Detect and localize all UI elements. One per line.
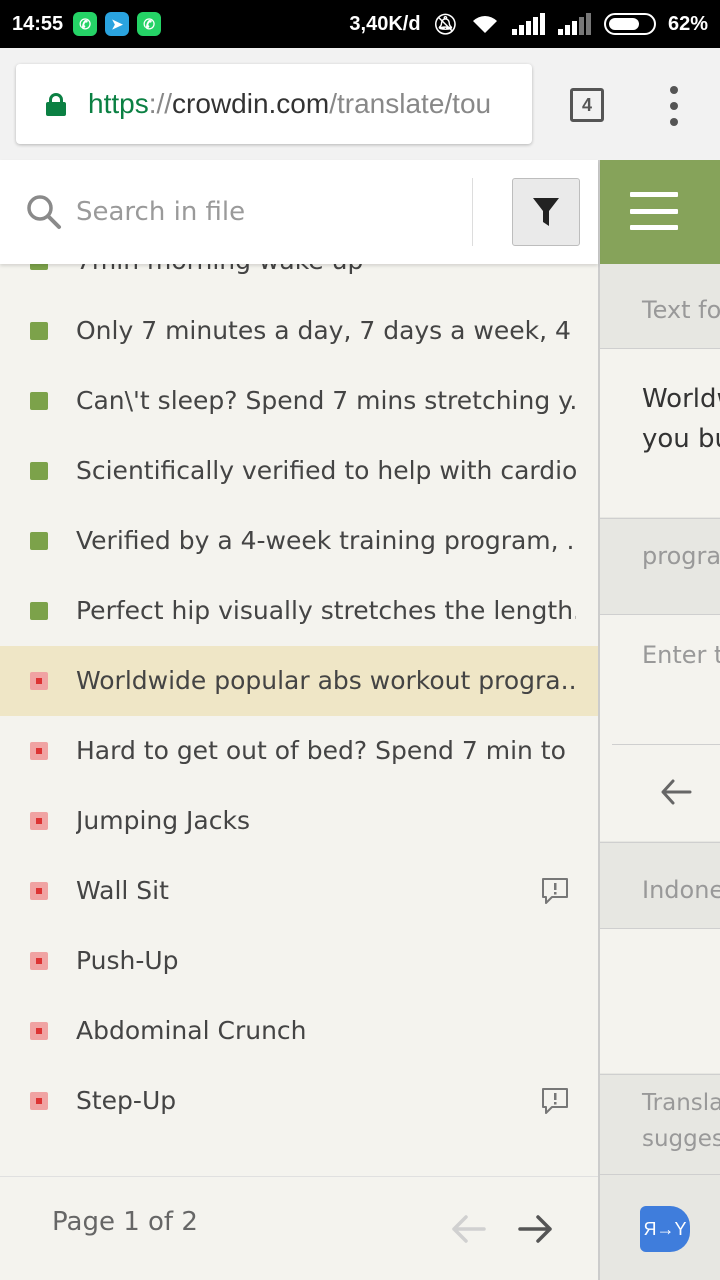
list-item-text: Push-Up (76, 946, 179, 975)
arrow-left-icon[interactable] (448, 1209, 488, 1249)
list-item-text: Perfect hip visually stretches the lengt… (76, 596, 576, 625)
arrow-right-icon[interactable] (516, 1209, 556, 1249)
language-label: Indone (642, 876, 720, 904)
translated-status-icon (30, 602, 48, 620)
search-bar (0, 160, 598, 264)
network-speed: 3,40K/d (349, 12, 421, 35)
list-item-text: Abdominal Crunch (76, 1016, 307, 1045)
battery-icon (603, 13, 656, 35)
translated-status-icon (30, 322, 48, 340)
list-item-text: Only 7 minutes a day, 7 days a week, 4 .… (76, 316, 576, 345)
list-item[interactable]: Hard to get out of bed? Spend 7 min to .… (0, 716, 598, 786)
address-bar[interactable]: https://crowdin.com/translate/tou (16, 64, 532, 144)
search-icon (27, 195, 61, 229)
translated-status-icon (30, 392, 48, 410)
suggestions-area (600, 929, 720, 1073)
url-text: https://crowdin.com/translate/tou (88, 88, 492, 119)
translation-input[interactable]: Enter t (600, 615, 720, 745)
list-item-text: Step-Up (76, 1086, 177, 1115)
list-item[interactable]: Perfect hip visually stretches the lengt… (0, 576, 598, 646)
status-time: 14:55 (12, 12, 64, 35)
translated-status-icon (30, 532, 48, 550)
context-text: progra (642, 542, 720, 570)
list-item[interactable]: Verified by a 4-week training program, .… (0, 506, 598, 576)
suggestions-hint-2: suggest (642, 1126, 720, 1152)
source-text: Worldw you bu (600, 349, 720, 517)
list-item-text: Can\'t sleep? Spend 7 mins stretching y.… (76, 386, 576, 415)
wifi-icon (472, 16, 497, 33)
telegram-icon: ➤ (105, 12, 130, 36)
divider (472, 178, 473, 246)
lock-icon (46, 93, 66, 116)
pagination-bar: Page 1 of 2 (0, 1176, 598, 1280)
arrow-left-icon[interactable] (658, 774, 694, 810)
untranslated-status-icon (30, 882, 48, 900)
tab-switcher-button[interactable]: 4 (570, 88, 604, 122)
list-item-text: Jumping Jacks (76, 806, 250, 835)
battery-level: 62% (667, 12, 708, 35)
list-item-text: Verified by a 4-week training program, .… (76, 526, 576, 555)
untranslated-status-icon (30, 1022, 48, 1040)
untranslated-status-icon (30, 1092, 48, 1110)
hamburger-menu-icon[interactable] (630, 192, 678, 230)
list-item[interactable]: Only 7 minutes a day, 7 days a week, 4 .… (0, 296, 598, 366)
list-item[interactable]: Can\'t sleep? Spend 7 mins stretching y.… (0, 366, 598, 436)
list-item-text: Hard to get out of bed? Spend 7 min to .… (76, 736, 576, 765)
filter-icon (533, 198, 559, 226)
list-item-text: Worldwide popular abs workout progra... (76, 666, 576, 695)
untranslated-status-icon (30, 742, 48, 760)
source-text-label: Text fo (642, 296, 720, 324)
list-item[interactable]: Step-Up (0, 1066, 598, 1136)
untranslated-status-icon (30, 952, 48, 970)
page-indicator: Page 1 of 2 (52, 1207, 198, 1237)
list-item[interactable]: Push-Up (0, 926, 598, 996)
list-item-text: Wall Sit (76, 876, 169, 905)
list-item[interactable]: Scientifically verified to help with car… (0, 436, 598, 506)
status-bar: 14:55 ✆ ➤ ✆ 3,40K/d 🔕︎ 62% (0, 0, 720, 48)
transliteration-button[interactable]: Я→Y (640, 1206, 690, 1252)
menu-bar (600, 160, 720, 264)
comment-icon[interactable] (540, 876, 570, 906)
untranslated-status-icon (30, 672, 48, 690)
suggestions-hint: Transla (642, 1090, 720, 1116)
signal-icon (557, 13, 591, 35)
search-input[interactable] (76, 188, 456, 236)
list-item[interactable]: Wall Sit (0, 856, 598, 926)
list-item[interactable]: Jumping Jacks (0, 786, 598, 856)
filter-button[interactable] (512, 178, 580, 246)
browser-toolbar: https://crowdin.com/translate/tou 4 (0, 48, 720, 160)
list-item[interactable]: Worldwide popular abs workout progra... (0, 646, 598, 716)
translated-status-icon (30, 462, 48, 480)
whatsapp-icon: ✆ (73, 12, 98, 36)
mute-bell-icon: 🔕︎ (432, 13, 458, 36)
string-list: 7min morning wake upOnly 7 minutes a day… (0, 226, 598, 1136)
untranslated-status-icon (30, 812, 48, 830)
overflow-menu-icon[interactable] (668, 86, 680, 126)
strings-panel: 7min morning wake upOnly 7 minutes a day… (0, 160, 598, 1280)
list-item[interactable]: Abdominal Crunch (0, 996, 598, 1066)
signal-icon (511, 13, 545, 35)
comment-icon[interactable] (540, 1086, 570, 1116)
list-item-text: Scientifically verified to help with car… (76, 456, 576, 485)
whatsapp-icon: ✆ (137, 12, 162, 36)
editor-panel: Text fo Worldw you bu progra Enter t Ind… (598, 160, 720, 1280)
